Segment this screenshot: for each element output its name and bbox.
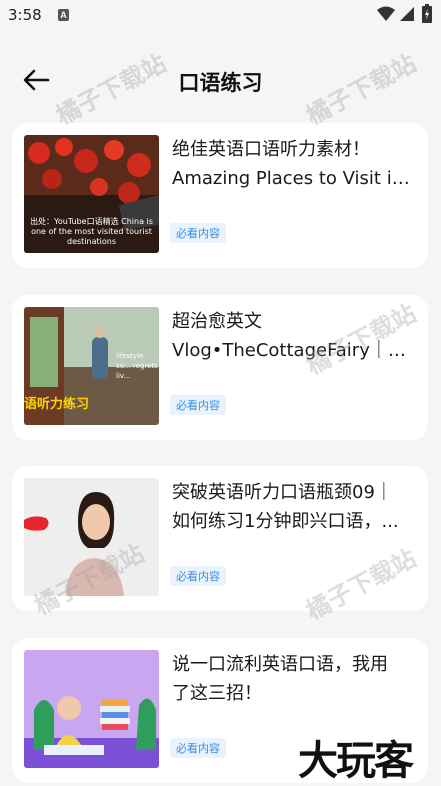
thumbnail-caption: 语听力练习 [24, 397, 90, 412]
status-bar: 3:58 A [0, 0, 441, 32]
list-item[interactable]: 出处：YouTube口语精选 China is one of the most … [12, 123, 428, 268]
list-item[interactable]: 语听力练习 lifestyle co... regrets liv... 超治愈… [12, 295, 428, 440]
video-thumbnail[interactable]: 语听力练习 lifestyle co... regrets liv... [24, 307, 159, 425]
header: 口语练习 [0, 50, 441, 110]
must-watch-badge: 必看内容 [170, 223, 226, 243]
video-thumbnail[interactable] [24, 478, 159, 596]
item-title: 超治愈英文 Vlog•TheCottageFairy｜英... [172, 311, 417, 361]
must-watch-badge: 必看内容 [170, 738, 226, 758]
item-title: 说一口流利英语口语，我用 了这三招！ [172, 654, 388, 704]
thumbnail-caption: 出处：YouTube口语精选 China is one of the most … [30, 217, 153, 246]
must-watch-badge: 必看内容 [170, 566, 226, 586]
must-watch-badge: 必看内容 [170, 395, 226, 415]
battery-icon [422, 4, 432, 23]
status-time: 3:58 [8, 6, 42, 24]
video-thumbnail[interactable] [24, 650, 159, 768]
wifi-icon [377, 6, 395, 21]
signal-icon [400, 7, 414, 21]
list-item[interactable]: 突破英语听力口语瓶颈09｜ 如何练习1分钟即兴口语，... 必看内容 [12, 466, 428, 611]
item-title: 突破英语听力口语瓶颈09｜ 如何练习1分钟即兴口语，... [172, 482, 399, 532]
item-title: 绝佳英语口语听力素材！ Amazing Places to Visit in..… [172, 139, 417, 189]
video-thumbnail[interactable]: 出处：YouTube口语精选 China is one of the most … [24, 135, 159, 253]
brand-watermark: 大玩客 [298, 738, 414, 784]
notification-icon: A [58, 9, 69, 21]
thumbnail-overlay-text: lifestyle co... regrets liv... [116, 352, 158, 380]
page-title: 口语练习 [178, 71, 263, 95]
